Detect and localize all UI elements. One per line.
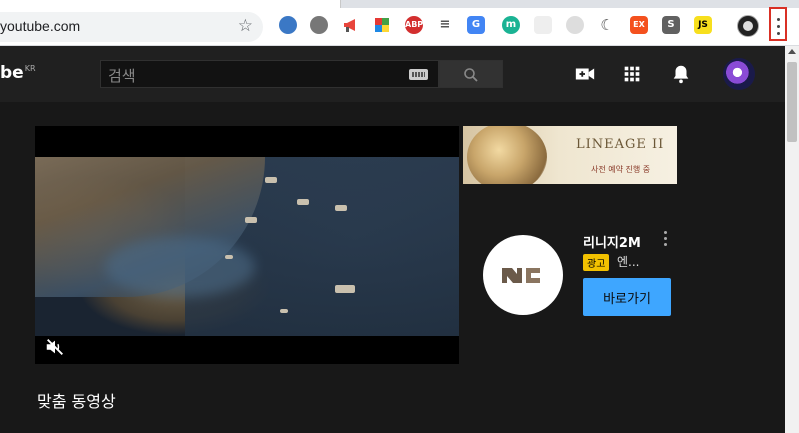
m-extension-icon[interactable]: m (502, 16, 520, 34)
account-avatar[interactable] (723, 58, 755, 90)
grid-extension-icon[interactable] (534, 16, 552, 34)
visit-site-button[interactable]: 바로가기 (583, 278, 671, 316)
banner-title: LINEAGE II (576, 137, 665, 152)
nc-logo-icon (502, 268, 540, 283)
url-text[interactable]: youtube.com (0, 18, 80, 34)
youtube-logo[interactable]: beKR (0, 63, 36, 83)
banner-subtitle: 사전 예약 진행 중 (591, 165, 651, 174)
apps-grid-icon[interactable] (621, 63, 643, 85)
ex-extension-icon[interactable]: EX (630, 16, 648, 34)
advertiser-logo[interactable] (483, 235, 563, 315)
mute-icon[interactable] (44, 336, 66, 358)
s-extension-icon[interactable]: S (662, 16, 680, 34)
profile-avatar[interactable] (737, 15, 759, 37)
clock-extension-icon[interactable] (566, 16, 584, 34)
advertiser-name[interactable]: 리니지2M (583, 232, 641, 251)
logo-text: be (0, 63, 24, 83)
create-video-icon[interactable] (574, 63, 596, 85)
browser-toolbar: youtube.com ☆ ABP ≡ G m ☾ EX S JS (0, 0, 799, 46)
search-icon (464, 68, 478, 82)
scroll-up-arrow-icon[interactable] (788, 49, 796, 54)
ad-badge: 광고 (583, 254, 610, 271)
keyboard-icon[interactable] (409, 69, 428, 80)
globe-extension-icon[interactable] (279, 16, 297, 34)
gear-extension-icon[interactable] (310, 16, 328, 34)
adblock-plus-icon[interactable]: ABP (405, 16, 423, 34)
logo-region: KR (24, 64, 36, 74)
lines-extension-icon[interactable]: ≡ (436, 16, 454, 34)
youtube-header: beKR 검색 (0, 46, 785, 102)
ad-video-player[interactable] (35, 126, 459, 364)
js-extension-icon[interactable]: JS (694, 16, 712, 34)
search-input[interactable]: 검색 (100, 60, 439, 88)
search-button[interactable] (439, 60, 503, 88)
main-content: LINEAGE II 사전 예약 진행 중 리니지2M 광고 엔... 바로가기… (0, 102, 785, 433)
megaphone-extension-icon[interactable] (342, 16, 360, 34)
scrollbar-thumb[interactable] (787, 62, 797, 142)
section-title-recommended: 맞춤 동영상 (37, 392, 116, 411)
video-frame[interactable] (35, 157, 459, 336)
advertiser-description: 엔... (617, 255, 640, 269)
tab-strip (0, 0, 799, 8)
google-translate-icon[interactable]: G (467, 16, 485, 34)
active-tab[interactable] (0, 0, 341, 8)
address-bar[interactable]: youtube.com ☆ (0, 12, 263, 42)
lineage-banner-ad[interactable]: LINEAGE II 사전 예약 진행 중 (463, 126, 677, 184)
bookmark-star-icon[interactable]: ☆ (238, 16, 253, 36)
banner-character-image (467, 126, 547, 184)
more-options-icon[interactable] (660, 231, 670, 249)
puzzle-extension-icon[interactable] (373, 16, 391, 34)
search-placeholder: 검색 (108, 67, 136, 85)
page-scrollbar[interactable] (785, 46, 799, 433)
chrome-menu-button[interactable] (769, 7, 787, 41)
notifications-bell-icon[interactable] (670, 63, 692, 85)
moon-extension-icon[interactable]: ☾ (598, 16, 616, 34)
